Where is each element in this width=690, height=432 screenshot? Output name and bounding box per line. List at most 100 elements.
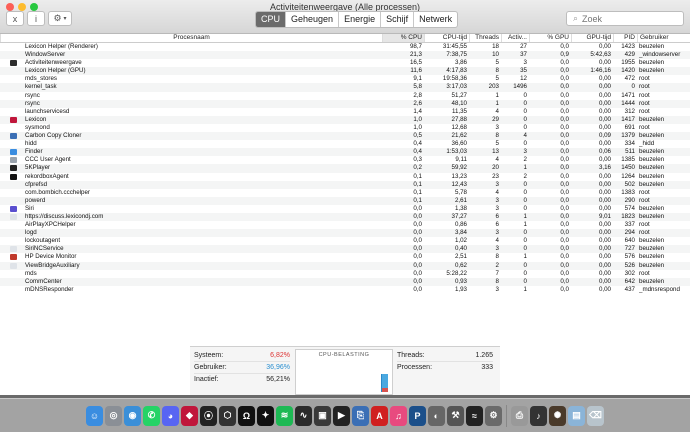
- search-field[interactable]: ⌕: [566, 11, 684, 26]
- table-row[interactable]: Siri 0,0 1,38 3 0 0,0 0,00 574 beuzelen: [0, 205, 690, 213]
- cell-pid: 574: [624, 204, 635, 212]
- table-row[interactable]: logd 0,0 3,84 3 0 0,0 0,00 294 root: [0, 229, 690, 238]
- table-row[interactable]: rekordboxAgent 0,1 13,23 23 2 0,0 0,00 1264 beuz…: [0, 173, 690, 181]
- tidal-icon[interactable]: ✦: [257, 405, 274, 426]
- lexicon-icon[interactable]: ◆: [181, 405, 198, 426]
- column-header[interactable]: Threads: [469, 34, 501, 42]
- utilities-icon[interactable]: ⚙: [485, 405, 502, 426]
- table-row[interactable]: Lexicon 1,0 27,88 29 0 0,0 0,00 1417 beuzelen: [0, 115, 690, 124]
- printer-icon[interactable]: ⎙: [511, 405, 528, 426]
- tab-schijf[interactable]: Schijf: [381, 12, 415, 27]
- cell-cpu: 1,4: [413, 107, 422, 115]
- column-header[interactable]: Activ...: [501, 34, 529, 42]
- cell-cputime: 0,62: [454, 261, 467, 269]
- table-row[interactable]: WindowServer 21,3 7:38,75 10 37 0,9 5:42,63 429…: [0, 51, 690, 60]
- table-row[interactable]: rsync 2,8 51,27 1 0 0,0 0,00 1471 root: [0, 92, 690, 100]
- cell-user: root: [639, 188, 650, 196]
- cell-cputime: 3,86: [454, 59, 467, 67]
- table-row[interactable]: CommCenter 0,0 0,93 8 0 0,0 0,00 642 beuzelen: [0, 277, 690, 286]
- table-row[interactable]: powerd 0,1 2,61 3 0 0,0 0,00 290 root: [0, 196, 690, 205]
- table-row[interactable]: SiriNCService 0,0 0,40 3 0 0,0 0,00 727 beuzelen: [0, 245, 690, 254]
- itunes-icon[interactable]: ♫: [390, 405, 407, 426]
- table-row[interactable]: https://discuss.lexicondj.com 0,0 37,27 6 1 0…: [0, 212, 690, 222]
- column-header[interactable]: % GPU: [529, 34, 571, 42]
- column-header[interactable]: Gebruiker: [637, 34, 690, 42]
- tab-energie[interactable]: Energie: [339, 12, 382, 27]
- cell-gputime: 0,00: [598, 253, 611, 261]
- cell-threads: 1: [495, 99, 499, 107]
- cell-gputime: 1:46,16: [590, 67, 611, 75]
- spotify-icon[interactable]: ≋: [276, 405, 293, 426]
- cell-pid: 1385: [621, 156, 635, 164]
- table-row[interactable]: Activiteitenweergave 16,5 3,86 5 3 0,0 0,00 195…: [0, 59, 690, 67]
- table-row[interactable]: rsync 2,6 48,10 1 0 0,0 0,00 1444 root: [0, 99, 690, 108]
- waveform-icon[interactable]: ∿: [295, 405, 312, 426]
- quit-process-button[interactable]: x: [6, 11, 24, 26]
- systeem-value: 6,82%: [270, 352, 290, 359]
- cell-pid: 691: [624, 123, 635, 131]
- launchpad-icon[interactable]: ◎: [105, 405, 122, 426]
- discord-icon[interactable]: ◕: [162, 405, 179, 426]
- table-row[interactable]: Carbon Copy Cloner 0,5 21,62 8 4 0,0 0,09 1379 b…: [0, 132, 690, 141]
- table-row[interactable]: mDNSResponder 0,0 1,93 3 1 0,0 0,00 437 _mdnsres…: [0, 286, 690, 294]
- akai-mpx-icon[interactable]: A: [371, 405, 388, 426]
- music-app-icon[interactable]: ♪: [530, 405, 547, 426]
- inspect-process-button[interactable]: i: [27, 11, 45, 26]
- cell-gputime: 5:42,63: [590, 51, 611, 59]
- column-header[interactable]: PID: [613, 34, 637, 42]
- rekordbox-icon[interactable]: ⦿: [200, 405, 217, 426]
- ableton-icon[interactable]: Ω: [238, 405, 255, 426]
- activity-monitor-icon[interactable]: ≈: [466, 405, 483, 426]
- mixxx-icon[interactable]: ▣: [314, 405, 331, 426]
- cell-pid: 302: [624, 269, 635, 277]
- table-row[interactable]: launchservicesd 1,4 11,35 4 0 0,0 0,00 312 root: [0, 108, 690, 116]
- table-row[interactable]: hidd 0,4 36,60 5 0 0,0 0,00 334 _hidd: [0, 140, 690, 148]
- tab-netwerk[interactable]: Netwerk: [414, 12, 457, 27]
- table-row[interactable]: ViewBridgeAuxiliary 0,0 0,62 2 0 0,0 0,00 526 be…: [0, 261, 690, 270]
- tab-geheugen[interactable]: Geheugen: [286, 12, 340, 27]
- table-row[interactable]: 5KPlayer 0,2 59,92 20 1 0,0 3,16 1450 beuzelen: [0, 164, 690, 173]
- table-row[interactable]: AirPlayXPCHelper 0,0 0,86 6 1 0,0 0,00 337 root: [0, 221, 690, 229]
- table-row[interactable]: mds_stores 9,1 19:58,36 5 12 0,0 0,00 472 root: [0, 75, 690, 83]
- table-row[interactable]: Lexicon Helper (Renderer) 98,7 31:45,55 18 2…: [0, 43, 690, 51]
- cell-cpu: 2,8: [413, 91, 422, 99]
- process-name: cfprefsd: [25, 180, 48, 188]
- action-menu-button[interactable]: ⚙ ▾: [48, 11, 72, 26]
- table-row[interactable]: com.bombich.ccchelper 0,1 5,78 4 0 0,0 0,00 138…: [0, 189, 690, 197]
- preview-icon[interactable]: ▤: [568, 405, 585, 426]
- column-header[interactable]: Procesnaam: [0, 34, 382, 42]
- table-row[interactable]: sysmond 1,0 12,68 3 0 0,0 0,00 691 root: [0, 124, 690, 132]
- cpu-usage-stats: Systeem: 6,82% Gebruiker: 36,96% Inactief:…: [194, 350, 290, 385]
- photoshop-icon[interactable]: P: [409, 405, 426, 426]
- cell-pid: 0: [631, 83, 635, 91]
- gear-app-icon[interactable]: ✺: [549, 405, 566, 426]
- cell-cpu: 98,7: [409, 43, 422, 50]
- reeder-icon[interactable]: ◐: [428, 405, 445, 426]
- column-header[interactable]: GPU-tijd: [571, 34, 613, 42]
- column-header[interactable]: % CPU: [382, 34, 424, 42]
- table-row[interactable]: lockoutagent 0,0 1,02 4 0 0,0 0,00 640 beuzelen: [0, 237, 690, 245]
- table-row[interactable]: mds 0,0 5:28,22 7 0 0,0 0,00 302 root: [0, 270, 690, 278]
- trash-icon[interactable]: ⌫: [587, 405, 604, 426]
- table-row[interactable]: HP Device Monitor 0,0 2,51 8 1 0,0 0,00 576 beuz…: [0, 253, 690, 261]
- cell-user: root: [639, 196, 650, 204]
- whatsapp-icon[interactable]: ✆: [143, 405, 160, 426]
- 5kplayer-icon[interactable]: ▶: [333, 405, 350, 426]
- cell-cpu: 11,6: [410, 67, 422, 75]
- info-icon: i: [35, 13, 37, 24]
- hammer-icon[interactable]: ⚒: [447, 405, 464, 426]
- ccc-icon[interactable]: ⎘: [352, 405, 369, 426]
- tools-icon[interactable]: ⬡: [219, 405, 236, 426]
- tab-cpu[interactable]: CPU: [256, 12, 287, 27]
- table-row[interactable]: Lexicon Helper (GPU) 11,6 4:17,83 8 35 0,0 1:4…: [0, 67, 690, 76]
- search-input[interactable]: [582, 13, 673, 24]
- table-row[interactable]: Finder 0,4 1:53,03 13 3 0,0 0,06 511 beuzelen: [0, 148, 690, 157]
- table-row[interactable]: CCC User Agent 0,3 9,11 4 2 0,0 0,00 1385 beuzel…: [0, 156, 690, 164]
- cell-user: root: [639, 75, 650, 83]
- cell-pid: 312: [624, 107, 635, 115]
- safari-icon[interactable]: ◉: [124, 405, 141, 426]
- finder-icon[interactable]: ☺: [86, 405, 103, 426]
- column-header[interactable]: CPU-tijd: [424, 34, 469, 42]
- table-row[interactable]: cfprefsd 0,1 12,43 3 0 0,0 0,00 502 beuzelen: [0, 180, 690, 189]
- table-row[interactable]: kernel_task 5,8 3:17,03 203 1496 0,0 0,00 0 root: [0, 83, 690, 92]
